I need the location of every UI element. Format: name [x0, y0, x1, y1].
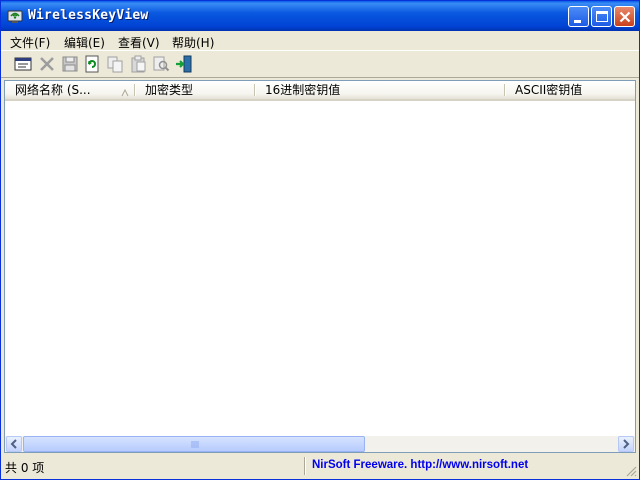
chevron-right-icon [623, 439, 630, 449]
grip-icon [191, 441, 199, 448]
title-bar[interactable]: WirelessKeyView [1, 1, 639, 31]
list-body[interactable] [5, 101, 635, 436]
properties-icon[interactable] [14, 55, 32, 73]
menu-bar: 文件(F) 编辑(E) 查看(V) 帮助(H) [1, 31, 639, 50]
close-icon [619, 11, 631, 23]
maximize-button[interactable] [591, 6, 612, 27]
status-bar: 共 0 项 NirSoft Freeware. http://www.nirso… [1, 456, 639, 479]
find-icon[interactable] [152, 55, 170, 73]
close-button[interactable] [614, 6, 635, 27]
maximize-icon [596, 11, 608, 22]
resize-grip-icon[interactable] [625, 465, 637, 477]
column-encryption-type[interactable]: 加密类型 [135, 81, 255, 99]
refresh-icon[interactable] [83, 55, 101, 73]
chevron-left-icon [10, 439, 17, 449]
horizontal-scrollbar[interactable] [5, 436, 635, 452]
save-icon[interactable] [61, 55, 79, 73]
scroll-thumb[interactable] [23, 436, 365, 452]
copy-icon[interactable] [106, 55, 124, 73]
toolbar [1, 50, 639, 78]
column-ascii-key[interactable]: ASCII密钥值 [505, 81, 635, 99]
menu-view[interactable]: 查看(V) [118, 34, 160, 51]
scroll-left-button[interactable] [6, 436, 22, 452]
column-hex-key[interactable]: 16进制密钥值 [255, 81, 505, 99]
list-header: 网络名称 (S... 加密类型 16进制密钥值 ASCII密钥值 [5, 81, 635, 101]
sort-ascending-icon [121, 86, 129, 100]
status-divider [304, 457, 306, 475]
clipboard-icon[interactable] [129, 55, 147, 73]
nirsoft-link[interactable]: NirSoft Freeware. http://www.nirsoft.net [312, 459, 528, 471]
minimize-button[interactable] [568, 6, 589, 27]
scroll-right-button[interactable] [618, 436, 634, 452]
column-network-name[interactable]: 网络名称 (S... [5, 81, 135, 99]
menu-file[interactable]: 文件(F) [10, 34, 50, 51]
item-count: 共 0 项 [5, 461, 45, 475]
wireless-key-icon [7, 8, 23, 24]
window-title: WirelessKeyView [28, 8, 149, 23]
menu-help[interactable]: 帮助(H) [172, 34, 214, 51]
main-window: WirelessKeyView 文件(F) 编辑(E) 查看(V) 帮助(H) [0, 0, 640, 480]
menu-edit[interactable]: 编辑(E) [64, 34, 105, 51]
delete-icon[interactable] [38, 55, 56, 73]
minimize-icon [574, 20, 581, 23]
network-list[interactable]: 网络名称 (S... 加密类型 16进制密钥值 ASCII密钥值 [4, 80, 636, 453]
exit-icon[interactable] [175, 55, 193, 73]
